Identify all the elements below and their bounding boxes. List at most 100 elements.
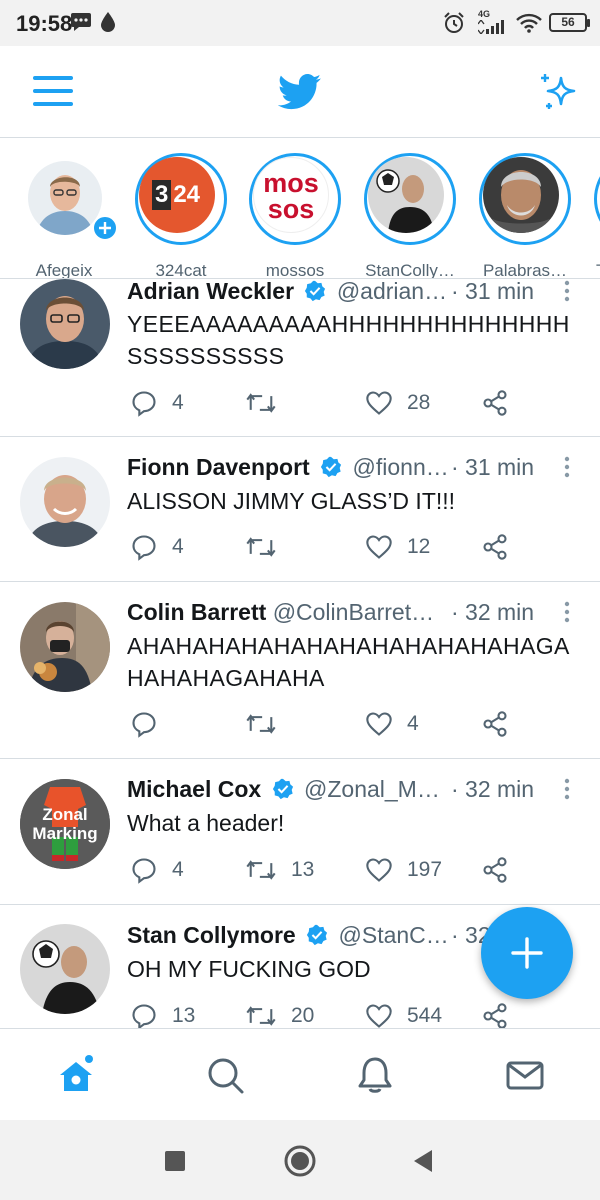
twitter-bird-icon[interactable]	[278, 74, 322, 110]
nav-home[interactable]	[56, 1055, 96, 1095]
sparkle-icon[interactable]	[539, 72, 581, 112]
fleets-row: Afegeix 3 24 324cat mos sos mossos StanC…	[0, 139, 600, 279]
tweet-actions: 4	[127, 709, 587, 739]
tweet-actions: 4 12	[127, 532, 587, 562]
avatar[interactable]	[20, 602, 110, 692]
reply-button[interactable]: 13	[130, 1001, 195, 1028]
tweet[interactable]: Colin Barrett @ColinBarret… · 32 min AHA…	[0, 582, 600, 759]
notifications-icon	[358, 1057, 392, 1093]
share-button[interactable]	[481, 855, 523, 885]
fleet-ring	[594, 153, 600, 245]
tweet-actions: 4 28	[127, 388, 587, 418]
more-options-icon[interactable]	[557, 777, 577, 801]
plus-icon	[99, 222, 111, 234]
share-icon	[483, 534, 507, 560]
hamburger-menu-icon[interactable]	[33, 74, 73, 108]
wifi-icon	[516, 13, 542, 33]
avatar: mos sos	[253, 157, 329, 233]
alarm-icon	[444, 12, 464, 33]
signal-icon	[478, 20, 504, 34]
more-options-icon[interactable]	[557, 600, 577, 624]
more-options-icon[interactable]	[557, 279, 577, 303]
author-handle: @adrian…	[336, 278, 448, 304]
reply-icon	[132, 391, 156, 417]
tweet-actions: 13 20 544	[127, 1001, 587, 1028]
author-name[interactable]: Colin Barrett	[127, 599, 266, 625]
avatar[interactable]	[20, 457, 110, 547]
reply-button[interactable]: 4	[130, 532, 184, 562]
fleet-palabras[interactable]: Palabras…	[475, 153, 575, 278]
bottom-navigation	[0, 1028, 600, 1120]
nav-messages[interactable]	[505, 1055, 545, 1095]
more-options-icon[interactable]	[557, 455, 577, 479]
author-handle: @fionn…	[352, 454, 449, 480]
avatar-text-marking: Marking	[32, 824, 98, 843]
like-count: 12	[407, 535, 431, 558]
like-button[interactable]: 544	[365, 1001, 442, 1028]
fleet-partial[interactable]: T	[590, 153, 600, 278]
retweet-button[interactable]: 20	[245, 1001, 314, 1028]
author-name[interactable]: Adrian Weckler	[127, 278, 294, 304]
logo-mossos-line1: mos	[263, 168, 319, 198]
share-button[interactable]	[481, 709, 523, 739]
fleet-324cat[interactable]: 3 24 324cat	[131, 153, 231, 278]
reply-count: 4	[172, 858, 184, 881]
home-icon	[60, 1055, 93, 1091]
home-circle-icon[interactable]	[284, 1145, 316, 1177]
battery-icon: 56	[549, 13, 590, 32]
avatar	[483, 157, 559, 233]
nav-search[interactable]	[205, 1055, 245, 1095]
like-button[interactable]: 4	[365, 709, 419, 739]
heart-icon	[366, 1004, 392, 1028]
author-name[interactable]: Fionn Davenport	[127, 454, 310, 480]
top-app-bar	[0, 46, 600, 138]
like-button[interactable]: 12	[365, 532, 430, 562]
tweet-text: ALISSON JIMMY GLASS’D IT!!!	[127, 488, 456, 514]
tweet[interactable]: Fionn Davenport @fionn… · 31 min ALISSON…	[0, 437, 600, 582]
reply-count: 4	[172, 391, 184, 414]
avatar[interactable]: Zonal Marking	[20, 779, 110, 869]
tweet[interactable]: Zonal Marking Michael Cox @Zonal_M… · 32…	[0, 759, 600, 905]
retweet-icon	[246, 1006, 276, 1026]
retweet-button[interactable]	[245, 709, 291, 739]
back-icon[interactable]	[412, 1148, 434, 1174]
reply-icon	[132, 712, 156, 738]
share-button[interactable]	[481, 532, 523, 562]
avatar[interactable]	[20, 924, 110, 1014]
tweet-text: YEEEAAAAAAAAAHHHHHHHHHHHHHHSSSSSSSSSS	[127, 311, 570, 369]
like-button[interactable]: 28	[365, 388, 430, 418]
share-button[interactable]	[481, 388, 523, 418]
logo-324-part-a: 3	[151, 180, 172, 210]
nav-notifications[interactable]	[355, 1055, 395, 1095]
avatar	[368, 157, 444, 233]
heart-icon	[366, 858, 392, 882]
retweet-icon	[246, 537, 276, 557]
fleet-mossos[interactable]: mos sos mossos	[245, 153, 345, 278]
message-icon	[71, 13, 91, 31]
retweet-button[interactable]	[245, 532, 291, 562]
like-button[interactable]: 197	[365, 855, 442, 885]
retweet-button[interactable]: 13	[245, 855, 314, 885]
recent-apps-icon[interactable]	[164, 1150, 186, 1172]
avatar: 3 24	[139, 157, 215, 233]
like-count: 197	[407, 858, 443, 881]
reply-button[interactable]: 4	[130, 855, 184, 885]
fleet-stancollymore[interactable]: StanColly…	[360, 153, 460, 278]
plus-icon	[511, 937, 543, 969]
add-fleet-badge[interactable]	[92, 215, 118, 241]
share-icon	[483, 857, 507, 883]
fleet-add[interactable]: Afegeix	[14, 153, 118, 278]
avatar	[28, 161, 102, 235]
tweet[interactable]: Adrian Weckler @adrian… · 31 min YEEEAAA…	[0, 278, 600, 437]
author-name[interactable]: Stan Collymore	[127, 922, 296, 948]
reply-button[interactable]: 4	[130, 388, 184, 418]
retweet-button[interactable]	[245, 388, 291, 418]
tweet-time: · 31 min	[451, 278, 535, 304]
author-name[interactable]: Michael Cox	[127, 776, 261, 802]
share-button[interactable]	[481, 1001, 523, 1028]
avatar[interactable]	[20, 279, 110, 369]
compose-tweet-button[interactable]	[481, 907, 573, 999]
reply-icon	[132, 535, 156, 561]
reply-button[interactable]	[130, 709, 172, 739]
tweet-text: What a header!	[127, 810, 285, 836]
